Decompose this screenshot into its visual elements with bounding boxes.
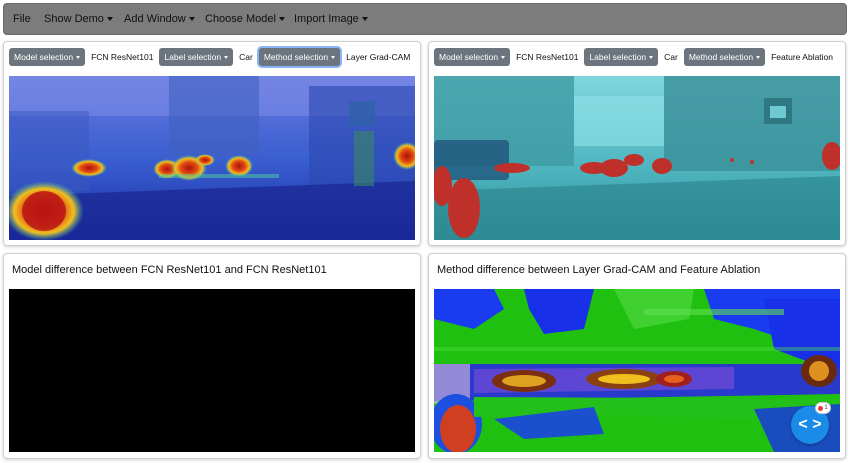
- label-selection-button[interactable]: Label selection: [584, 48, 659, 66]
- badge-dot-icon: [818, 405, 824, 411]
- method-selection-button[interactable]: Method selection: [683, 48, 766, 66]
- method-selection-label: Method selection: [688, 52, 754, 62]
- menu-file-label: File: [13, 13, 31, 25]
- label-selection-button[interactable]: Label selection: [159, 48, 234, 66]
- model-value: FCN ResNet101: [91, 52, 154, 62]
- menu-show-demo[interactable]: Show Demo: [44, 13, 113, 25]
- method-value: Feature Ablation: [771, 52, 834, 62]
- menu-add-window[interactable]: Add Window: [124, 13, 195, 25]
- menu-import-image[interactable]: Import Image: [294, 13, 368, 25]
- method-value: Layer Grad-CAM: [346, 52, 411, 62]
- model-selection-label: Model selection: [14, 52, 74, 62]
- model-value: FCN ResNet101: [516, 52, 579, 62]
- chevron-down-icon: [224, 55, 229, 59]
- menu-add-window-label: Add Window: [124, 13, 186, 25]
- gradcam-heatmap-image: [9, 76, 415, 240]
- model-selection-button[interactable]: Model selection: [434, 48, 511, 66]
- code-brackets-icon: < >: [798, 416, 822, 433]
- notification-badge: 1: [815, 402, 831, 414]
- chevron-down-icon: [756, 55, 761, 59]
- menubar: File Show Demo Add Window Choose Model I…: [3, 3, 847, 35]
- label-selection-label: Label selection: [589, 52, 647, 62]
- model-selection-button[interactable]: Model selection: [9, 48, 86, 66]
- selection-row: Model selection FCN ResNet101 Label sele…: [9, 47, 415, 67]
- label-selection-label: Label selection: [164, 52, 222, 62]
- panel-left-bottom: Model difference between FCN ResNet101 a…: [3, 253, 421, 459]
- label-value: Car: [239, 52, 253, 62]
- chevron-down-icon: [501, 55, 506, 59]
- chevron-down-icon: [649, 55, 654, 59]
- model-selection-label: Model selection: [439, 52, 499, 62]
- menu-import-image-label: Import Image: [294, 13, 359, 25]
- model-difference-image: [9, 289, 415, 452]
- menu-file[interactable]: File: [13, 13, 31, 25]
- chevron-down-icon: [278, 17, 285, 21]
- method-difference-title: Method difference between Layer Grad-CAM…: [437, 264, 761, 276]
- chevron-down-icon: [106, 17, 113, 21]
- chevron-down-icon: [188, 17, 195, 21]
- menu-choose-model-label: Choose Model: [205, 13, 276, 25]
- menu-choose-model[interactable]: Choose Model: [205, 13, 285, 25]
- method-selection-label: Method selection: [263, 52, 329, 62]
- model-difference-title: Model difference between FCN ResNet101 a…: [12, 264, 327, 276]
- panel-right-top: Model selection FCN ResNet101 Label sele…: [428, 41, 846, 246]
- feature-ablation-image: [434, 76, 840, 240]
- panel-left-top: Model selection FCN ResNet101 Label sele…: [3, 41, 421, 246]
- chevron-down-icon: [76, 55, 81, 59]
- panel-right-bottom: Method difference between Layer Grad-CAM…: [428, 253, 846, 459]
- chevron-down-icon: [331, 55, 336, 59]
- menu-show-demo-label: Show Demo: [44, 13, 104, 25]
- method-selection-button[interactable]: Method selection: [258, 48, 341, 66]
- selection-row: Model selection FCN ResNet101 Label sele…: [434, 47, 840, 67]
- badge-count: 1: [824, 405, 828, 411]
- chevron-down-icon: [361, 17, 368, 21]
- method-difference-image: [434, 289, 840, 452]
- label-value: Car: [664, 52, 678, 62]
